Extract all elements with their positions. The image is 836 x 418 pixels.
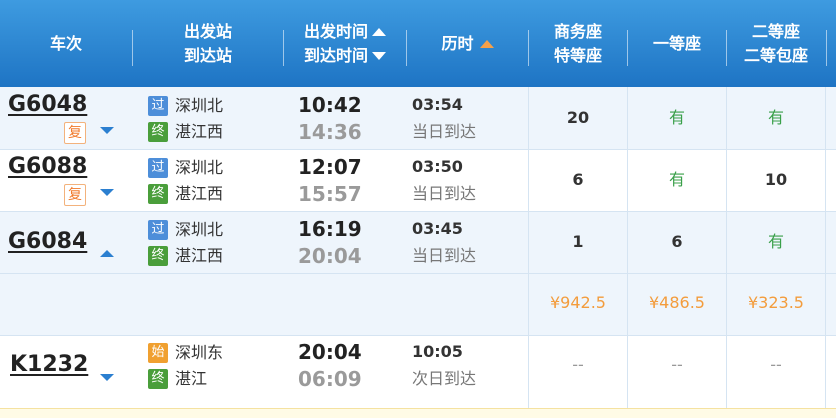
arrival-time: 14:36 bbox=[298, 120, 362, 144]
second-class-price: ¥323.5 bbox=[748, 293, 804, 312]
arrival-time: 15:57 bbox=[298, 182, 362, 206]
arrival-station[interactable]: 湛江西 bbox=[175, 246, 223, 266]
departure-time: 10:42 bbox=[298, 93, 362, 117]
terminal-station-badge: 终 bbox=[148, 369, 168, 389]
header-second-class: 二等座 二等包座 bbox=[743, 21, 808, 65]
header-divider bbox=[826, 30, 827, 66]
pass-station-badge: 过 bbox=[148, 158, 168, 178]
sort-asc-icon bbox=[372, 28, 386, 36]
business-seat-price: ¥942.5 bbox=[550, 293, 606, 312]
pass-station-badge: 过 bbox=[148, 96, 168, 116]
departure-time: 20:04 bbox=[298, 340, 362, 364]
expand-stops-icon[interactable] bbox=[100, 127, 114, 134]
start-station-badge: 始 bbox=[148, 343, 168, 363]
terminal-station-badge: 终 bbox=[148, 122, 168, 142]
sort-arrive-time[interactable]: 到达时间 bbox=[304, 44, 386, 68]
return-trip-badge: 复 bbox=[64, 184, 86, 206]
departure-station[interactable]: 深圳北 bbox=[175, 96, 223, 116]
second-class-seat-count[interactable]: 有 bbox=[727, 108, 825, 128]
business-seat-count: -- bbox=[572, 355, 584, 374]
first-class-price: ¥486.5 bbox=[649, 293, 705, 312]
business-seat-count[interactable]: 20 bbox=[529, 108, 627, 128]
duration: 03:54 bbox=[412, 95, 463, 114]
arrival-station[interactable]: 湛江西 bbox=[175, 184, 223, 204]
duration: 10:05 bbox=[412, 342, 463, 361]
train-number-link[interactable]: G6084 bbox=[8, 229, 87, 254]
duration: 03:50 bbox=[412, 157, 463, 176]
second-class-seat-count[interactable]: 有 bbox=[727, 232, 825, 252]
train-number-link[interactable]: G6048 bbox=[8, 92, 87, 117]
pass-station-badge: 过 bbox=[148, 220, 168, 240]
departure-time: 12:07 bbox=[298, 155, 362, 179]
header-first-class: 一等座 bbox=[652, 33, 701, 53]
first-class-seat-count[interactable]: 6 bbox=[628, 232, 726, 252]
arrival-time: 20:04 bbox=[298, 244, 362, 268]
arrival-day: 次日到达 bbox=[412, 369, 477, 388]
departure-station[interactable]: 深圳东 bbox=[175, 343, 223, 363]
first-class-seat-count[interactable]: 有 bbox=[628, 108, 726, 128]
arrival-station[interactable]: 湛江西 bbox=[175, 122, 223, 142]
train-number-link[interactable]: G6088 bbox=[8, 154, 87, 179]
duration: 03:45 bbox=[412, 219, 463, 238]
collapse-stops-icon[interactable] bbox=[100, 250, 114, 257]
notice-strip bbox=[0, 408, 836, 418]
departure-time: 16:19 bbox=[298, 217, 362, 241]
sort-depart-time[interactable]: 出发时间 bbox=[304, 20, 386, 44]
departure-station[interactable]: 深圳北 bbox=[175, 158, 223, 178]
business-seat-count[interactable]: 1 bbox=[529, 232, 627, 252]
table-header: 车次 出发站 到达站 出发时间 到达时间 历时 商务座 特等座 一等座 二等座 … bbox=[0, 0, 836, 87]
business-seat-count[interactable]: 6 bbox=[529, 170, 627, 190]
first-class-seat-count[interactable]: 有 bbox=[628, 170, 726, 190]
sort-desc-icon bbox=[372, 52, 386, 60]
second-class-seat-count[interactable]: 10 bbox=[727, 170, 825, 190]
arrival-time: 06:09 bbox=[298, 367, 362, 391]
sort-asc-icon bbox=[479, 40, 494, 48]
sort-duration[interactable]: 历时 bbox=[407, 0, 528, 87]
arrival-day: 当日到达 bbox=[412, 246, 477, 265]
expand-stops-icon[interactable] bbox=[100, 374, 114, 381]
second-class-seat-count: -- bbox=[770, 355, 782, 374]
train-number-link[interactable]: K1232 bbox=[10, 352, 88, 377]
header-train-no: 车次 bbox=[49, 33, 82, 53]
terminal-station-badge: 终 bbox=[148, 246, 168, 266]
header-stations: 出发站 到达站 bbox=[183, 21, 232, 65]
header-times: 出发时间 到达时间 bbox=[284, 0, 406, 87]
departure-station[interactable]: 深圳北 bbox=[175, 220, 223, 240]
header-business-seat: 商务座 特等座 bbox=[553, 21, 602, 65]
expand-stops-icon[interactable] bbox=[100, 189, 114, 196]
arrival-day: 当日到达 bbox=[412, 122, 477, 141]
return-trip-badge: 复 bbox=[64, 122, 86, 144]
arrival-day: 当日到达 bbox=[412, 184, 477, 203]
terminal-station-badge: 终 bbox=[148, 184, 168, 204]
first-class-seat-count: -- bbox=[671, 355, 683, 374]
arrival-station[interactable]: 湛江 bbox=[175, 369, 207, 389]
